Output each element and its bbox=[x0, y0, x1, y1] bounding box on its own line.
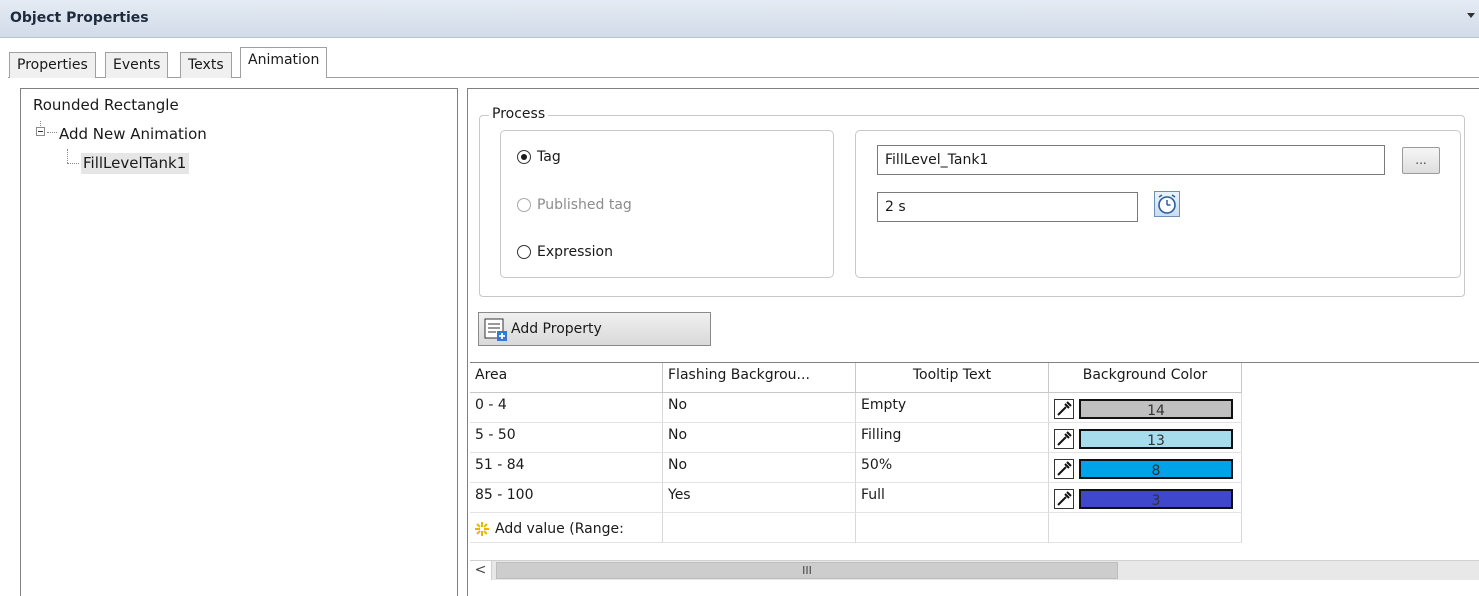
add-property-button[interactable]: Add Property bbox=[478, 312, 711, 346]
horizontal-scrollbar[interactable]: < III bbox=[470, 560, 1479, 580]
column-header-area[interactable]: Area bbox=[470, 363, 663, 393]
process-legend: Process bbox=[489, 106, 549, 122]
color-swatch[interactable]: 13 bbox=[1079, 429, 1233, 449]
color-picker-icon[interactable] bbox=[1054, 399, 1074, 419]
cell-area[interactable]: 5 - 50 bbox=[470, 423, 663, 453]
cell-flashing[interactable]: No bbox=[663, 423, 856, 453]
column-header-background-color[interactable]: Background Color bbox=[1049, 363, 1242, 393]
cell-background-color[interactable]: 8 bbox=[1049, 453, 1242, 483]
radio-selected-icon[interactable] bbox=[517, 150, 531, 164]
color-picker-icon[interactable] bbox=[1054, 429, 1074, 449]
collapse-arrow-icon[interactable] bbox=[1467, 13, 1475, 18]
tree-connector bbox=[47, 132, 57, 133]
tree-root-rounded-rectangle[interactable]: Rounded Rectangle bbox=[33, 96, 179, 114]
cell-area[interactable]: 51 - 84 bbox=[470, 453, 663, 483]
cell-flashing[interactable]: Yes bbox=[663, 483, 856, 513]
scroll-left-arrow-icon[interactable]: < bbox=[470, 561, 492, 580]
tab-properties[interactable]: Properties bbox=[9, 52, 96, 78]
animation-grid: Area Flashing Backgrou... Tooltip Text B… bbox=[470, 362, 1479, 582]
color-swatch[interactable]: 3 bbox=[1079, 489, 1233, 509]
column-header-flashing[interactable]: Flashing Backgrou... bbox=[663, 363, 856, 393]
new-item-spark-icon bbox=[475, 521, 489, 536]
color-swatch[interactable]: 8 bbox=[1079, 459, 1233, 479]
color-picker-icon[interactable] bbox=[1054, 459, 1074, 479]
radio-expression[interactable]: Expression bbox=[517, 242, 613, 262]
browse-tag-button[interactable]: ... bbox=[1402, 147, 1440, 174]
scrollbar-thumb[interactable]: III bbox=[496, 562, 1118, 579]
radio-empty-icon[interactable] bbox=[517, 245, 531, 259]
tab-texts[interactable]: Texts bbox=[180, 52, 232, 78]
add-value-row[interactable]: Add value (Range: bbox=[470, 513, 663, 543]
tree-node-filllevel[interactable]: FillLevelTank1 bbox=[81, 153, 190, 174]
cell-background-color[interactable]: 13 bbox=[1049, 423, 1242, 453]
add-property-icon bbox=[484, 318, 507, 341]
tree-node-add-new-animation[interactable]: Add New Animation bbox=[59, 125, 207, 143]
radio-empty-icon bbox=[517, 198, 531, 212]
empty-cell bbox=[856, 513, 1049, 543]
cell-area[interactable]: 0 - 4 bbox=[470, 393, 663, 423]
panel-title: Object Properties bbox=[10, 10, 149, 26]
cycle-clock-button[interactable] bbox=[1154, 191, 1180, 217]
radio-published-tag-label: Published tag bbox=[537, 197, 632, 213]
add-value-label: Add value (Range: bbox=[495, 520, 624, 537]
tree-connector bbox=[67, 149, 68, 163]
add-property-label: Add Property bbox=[511, 321, 602, 337]
tag-input[interactable] bbox=[877, 145, 1385, 175]
tab-animation[interactable]: Animation bbox=[240, 47, 328, 78]
tree-collapse-icon[interactable] bbox=[36, 127, 45, 136]
color-swatch[interactable]: 14 bbox=[1079, 399, 1233, 419]
tree-connector bbox=[67, 163, 79, 164]
color-picker-icon[interactable] bbox=[1054, 489, 1074, 509]
radio-tag[interactable]: Tag bbox=[517, 147, 561, 167]
panel-titlebar: Object Properties bbox=[0, 0, 1479, 38]
cell-area[interactable]: 85 - 100 bbox=[470, 483, 663, 513]
radio-published-tag: Published tag bbox=[517, 195, 632, 215]
cell-tooltip[interactable]: 50% bbox=[856, 453, 1049, 483]
cell-tooltip[interactable]: Empty bbox=[856, 393, 1049, 423]
tab-bar: Properties Events Texts Animation bbox=[0, 38, 1479, 78]
cell-flashing[interactable]: No bbox=[663, 453, 856, 483]
animation-tree: Rounded Rectangle Add New Animation Fill… bbox=[20, 88, 458, 596]
radio-expression-label: Expression bbox=[537, 244, 613, 260]
clock-icon bbox=[1158, 194, 1176, 214]
cell-flashing[interactable]: No bbox=[663, 393, 856, 423]
empty-cell bbox=[1049, 513, 1242, 543]
column-header-tooltip[interactable]: Tooltip Text bbox=[856, 363, 1049, 393]
cell-tooltip[interactable]: Full bbox=[856, 483, 1049, 513]
tree-connector bbox=[40, 121, 41, 126]
radio-tag-label: Tag bbox=[537, 149, 561, 165]
cell-background-color[interactable]: 14 bbox=[1049, 393, 1242, 423]
update-cycle-input[interactable] bbox=[877, 192, 1138, 222]
tab-events[interactable]: Events bbox=[105, 52, 169, 78]
empty-cell bbox=[663, 513, 856, 543]
cell-tooltip[interactable]: Filling bbox=[856, 423, 1049, 453]
cell-background-color[interactable]: 3 bbox=[1049, 483, 1242, 513]
